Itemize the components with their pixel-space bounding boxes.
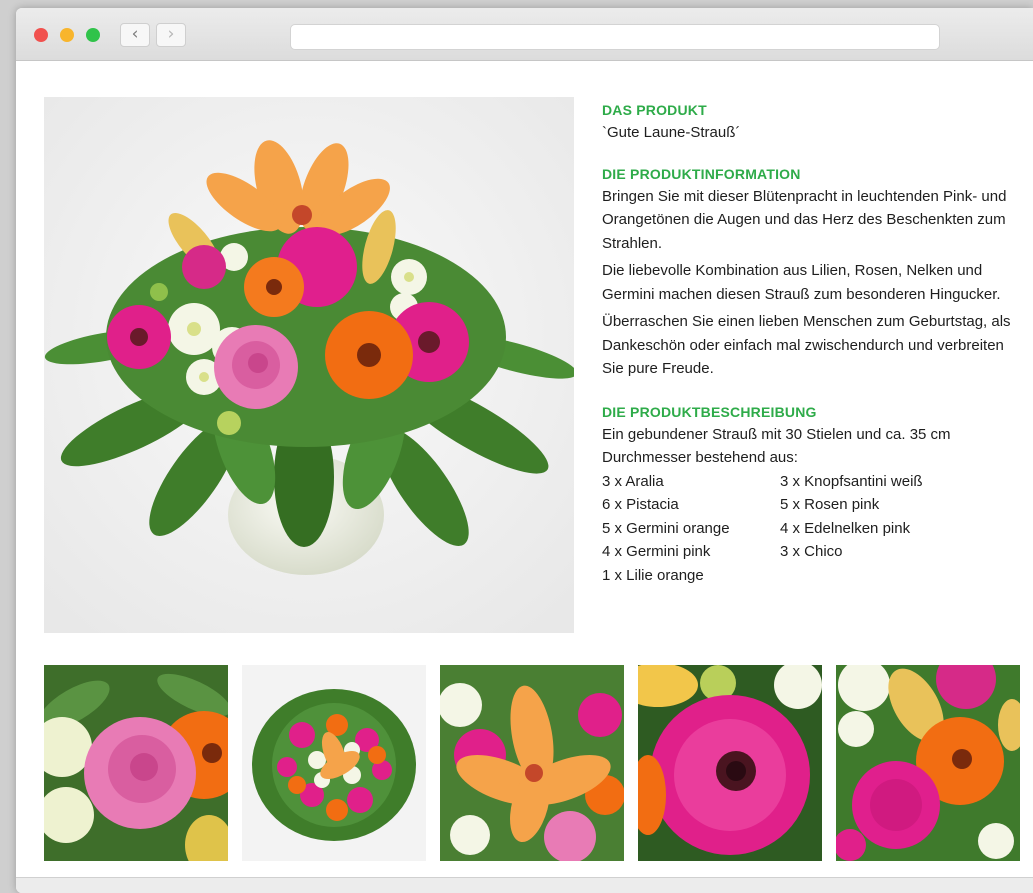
page-content: DAS PRODUKT `Gute Laune-Strauß´ DIE PROD…: [16, 61, 1033, 881]
product-description: Ein gebundener Strauß mit 30 Stielen und…: [602, 425, 951, 467]
list-item: 3 x Chico: [780, 543, 843, 560]
list-item: 4 x Germini pink: [602, 543, 711, 560]
thumbnail-bouquet-top-view[interactable]: [242, 665, 426, 861]
product-information-heading: DIE PRODUKTINFORMATION: [602, 165, 801, 182]
list-item: 1 x Lilie orange: [602, 566, 704, 584]
window-bottom-bar: [16, 877, 1033, 893]
close-window-button[interactable]: [34, 28, 48, 42]
chevron-left-icon: ‹: [131, 24, 139, 44]
product-information-paragraph: Die liebevolle Kombination aus Lilien, R…: [602, 262, 1001, 303]
product-information-paragraph: Überraschen Sie einen lieben Menschen zu…: [602, 313, 1011, 377]
list-item: 5 x Rosen pink: [780, 496, 880, 513]
forward-button[interactable]: ›: [156, 23, 186, 47]
thumbnail-rose-closeup[interactable]: [44, 665, 228, 861]
thumbnail-gallery: [44, 665, 1020, 861]
product-description-heading: DIE PRODUKTBESCHREIBUNG: [602, 403, 817, 420]
list-item: 3 x Aralia: [602, 472, 664, 490]
thumbnail-lily-closeup[interactable]: [440, 665, 624, 861]
minimize-window-button[interactable]: [60, 28, 74, 42]
list-item: 4 x Edelnelken pink: [780, 519, 911, 537]
zoom-window-button[interactable]: [86, 28, 100, 42]
title-bar: ‹ ›: [16, 8, 1033, 61]
product-name: `Gute Laune-Strauß´: [602, 124, 741, 141]
list-item: 6 x Pistacia: [602, 496, 679, 513]
thumbnail-gerbera-closeup[interactable]: [638, 665, 822, 861]
browser-window: ‹ › DAS PRODUKT `Gute Laune-Strauß´ DIE …: [16, 8, 1033, 893]
back-button[interactable]: ‹: [120, 23, 150, 47]
list-item: 3 x Knopfsantini weiß: [780, 472, 923, 490]
ingredient-list: 3 x Aralia 3 x Knopfsantini weiß 6 x Pis…: [602, 470, 1012, 588]
list-item: 5 x Germini orange: [602, 519, 730, 537]
product-main-image[interactable]: [44, 97, 574, 633]
address-bar[interactable]: [290, 24, 940, 50]
thumbnail-mixed-closeup[interactable]: [836, 665, 1020, 861]
chevron-right-icon: ›: [167, 24, 175, 44]
product-heading: DAS PRODUKT: [602, 102, 707, 118]
product-information-paragraph: Bringen Sie mit dieser Blütenpracht in l…: [602, 187, 1007, 252]
product-info: DAS PRODUKT `Gute Laune-Strauß´ DIE PROD…: [602, 99, 1012, 587]
